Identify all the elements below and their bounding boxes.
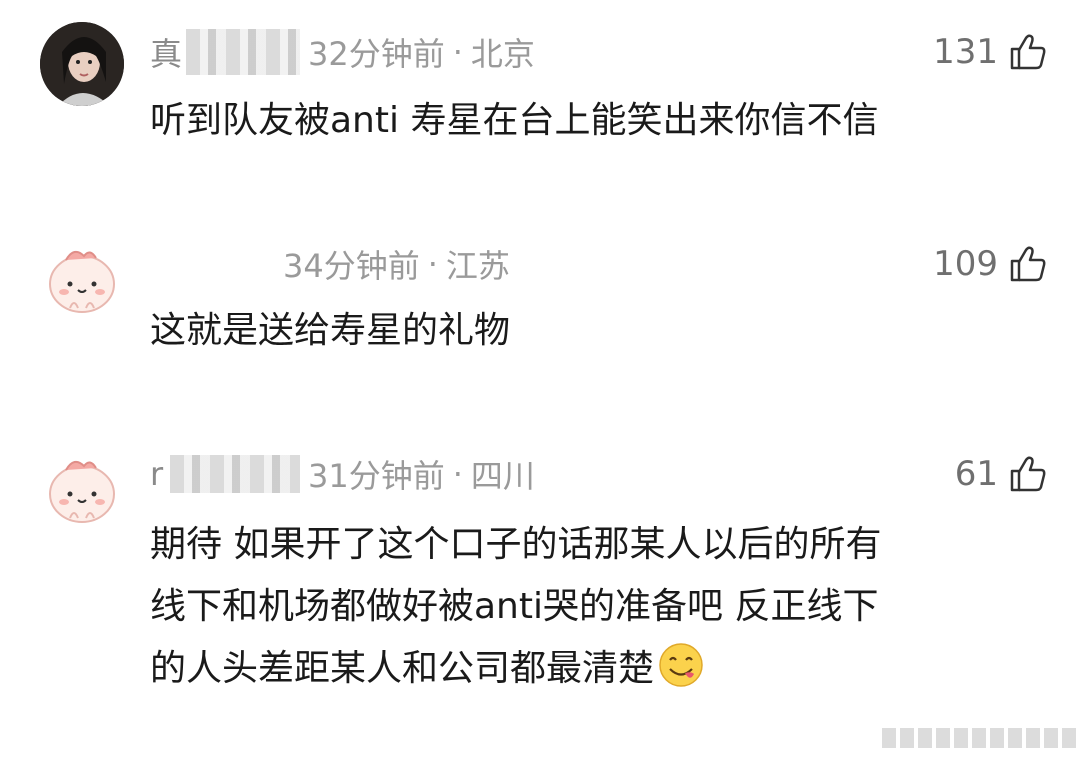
thumbs-up-icon bbox=[1010, 34, 1046, 70]
comment-text: 这就是送给寿星的礼物 bbox=[150, 310, 511, 351]
separator: · bbox=[452, 455, 463, 493]
avatar[interactable] bbox=[40, 446, 124, 530]
like-count: 109 bbox=[933, 244, 998, 284]
username[interactable]: 真 bbox=[150, 29, 300, 75]
comment-text: 期待 如果开了这个口子的话那某人以后的所有 线下和机场都做好被anti哭的准备吧… bbox=[150, 514, 1050, 700]
comment-item: 真 32分钟前 · 北京 131 听到队友被anti 寿星在台上能笑出来你信不信 bbox=[0, 0, 1090, 200]
comment-time: 32分钟前 bbox=[308, 35, 445, 73]
comment-meta: 真 32分钟前 · 北京 bbox=[150, 29, 535, 75]
comment-text-line: 期待 如果开了这个口子的话那某人以后的所有 bbox=[150, 524, 882, 565]
comment-location: 北京 bbox=[470, 35, 535, 73]
thumbs-up-icon bbox=[1010, 246, 1046, 282]
comment-text-line: 的人头差距某人和公司都最清楚 bbox=[150, 638, 1050, 700]
yum-emoji-icon bbox=[659, 643, 703, 687]
separator: · bbox=[427, 245, 438, 283]
comment-time: 31分钟前 bbox=[308, 457, 445, 495]
watermark bbox=[882, 728, 1076, 748]
comment-meta: 34分钟前 · 江苏 bbox=[150, 242, 510, 286]
like-count: 61 bbox=[954, 454, 998, 494]
like-count: 131 bbox=[933, 32, 998, 72]
like-button[interactable]: 109 bbox=[933, 242, 1048, 286]
like-button[interactable]: 131 bbox=[933, 30, 1048, 74]
comment-item: r 31分钟前 · 四川 61 期待 如果开了这个口子的话那某人以后的所有 线下… bbox=[0, 410, 1090, 762]
username[interactable]: r bbox=[150, 455, 300, 493]
comment-location: 江苏 bbox=[445, 247, 510, 285]
thumbs-up-icon bbox=[1010, 456, 1046, 492]
avatar[interactable] bbox=[40, 22, 124, 106]
comment-location: 四川 bbox=[470, 457, 535, 495]
comment-text-line: 线下和机场都做好被anti哭的准备吧 反正线下 bbox=[150, 586, 879, 627]
username-blur bbox=[186, 29, 300, 75]
like-button[interactable]: 61 bbox=[955, 452, 1048, 496]
separator: · bbox=[452, 33, 463, 71]
comment-meta: r 31分钟前 · 四川 bbox=[150, 452, 535, 496]
comment-time: 34分钟前 bbox=[283, 247, 420, 285]
comment-list: 真 32分钟前 · 北京 131 听到队友被anti 寿星在台上能笑出来你信不信 bbox=[0, 0, 1090, 762]
comment-item: 34分钟前 · 江苏 109 这就是送给寿星的礼物 bbox=[0, 200, 1090, 410]
avatar[interactable] bbox=[40, 236, 124, 320]
comment-text: 听到队友被anti 寿星在台上能笑出来你信不信 bbox=[150, 100, 879, 141]
username-blur bbox=[170, 455, 300, 493]
